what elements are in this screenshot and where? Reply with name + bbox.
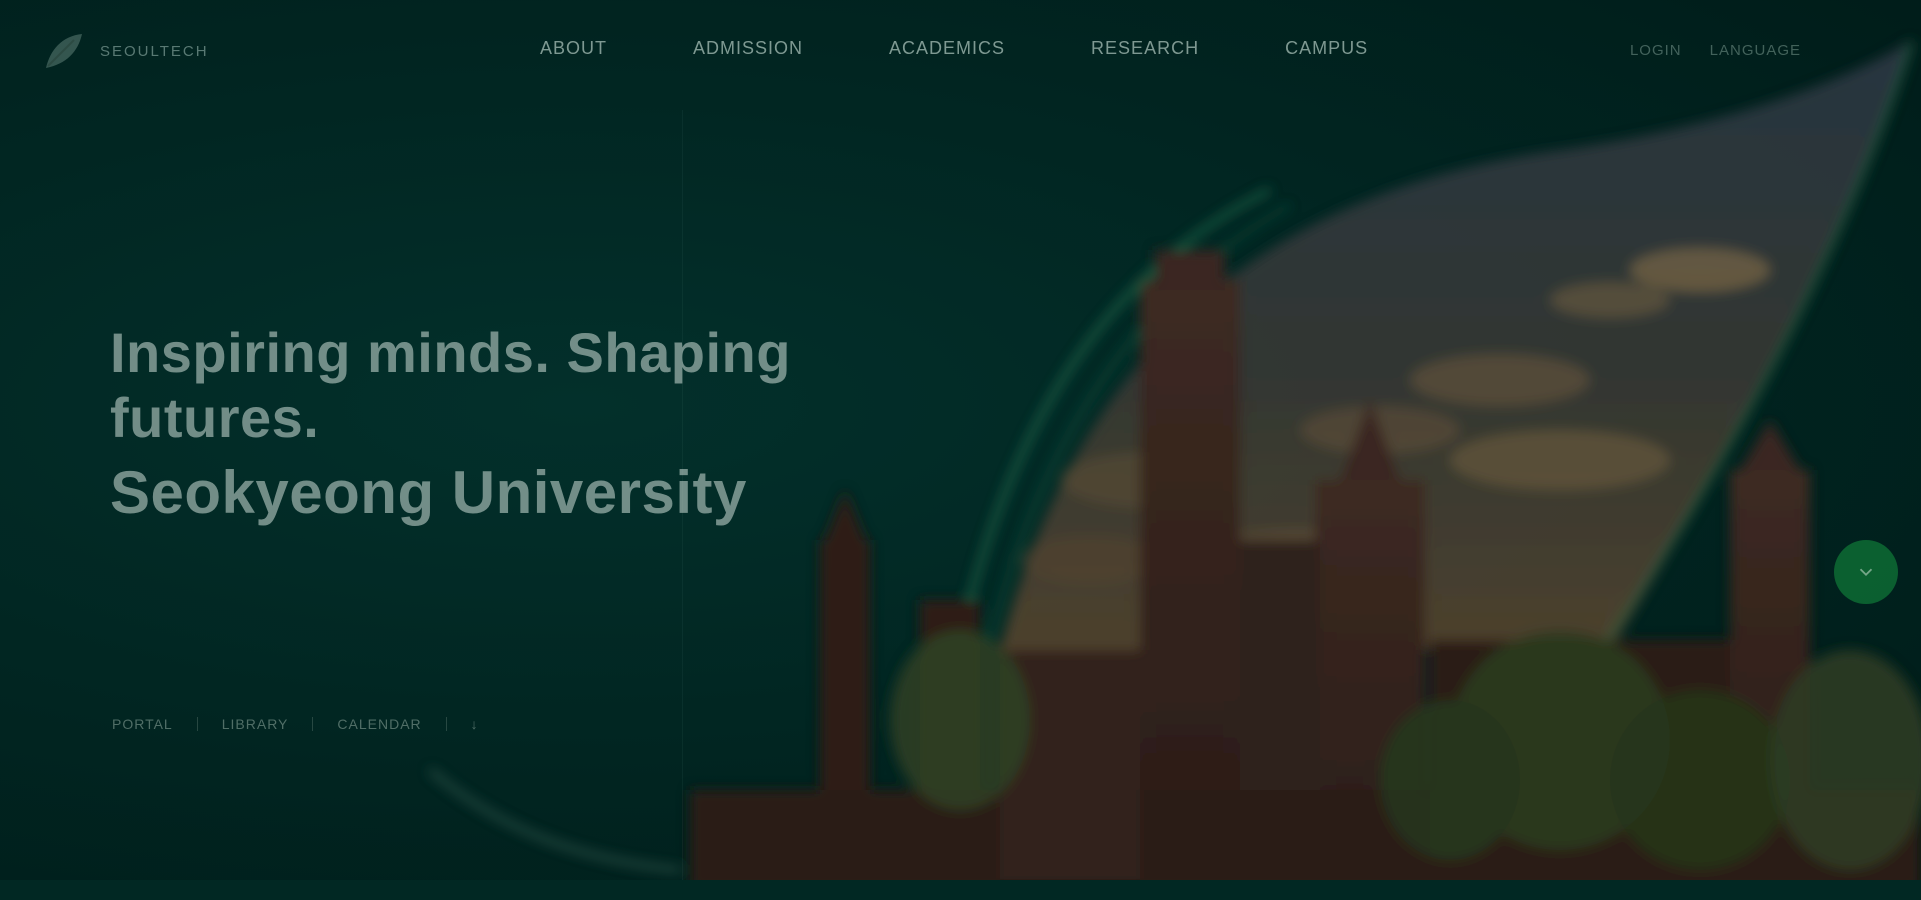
bottom-bar <box>0 880 1921 900</box>
quick-link-arrow[interactable]: ↓ <box>471 716 479 732</box>
quick-link-library[interactable]: LIBRARY <box>222 716 289 732</box>
leaf-logo-icon <box>46 34 82 68</box>
quick-link-separator <box>312 717 314 731</box>
site-header: SEOULTECH ABOUT ADMISSION ACADEMICS RESE… <box>0 0 1921 110</box>
quick-link-calendar[interactable]: CALENDAR <box>337 716 421 732</box>
main-nav: ABOUT ADMISSION ACADEMICS RESEARCH CAMPU… <box>540 38 1368 59</box>
scroll-button[interactable] <box>1834 540 1898 604</box>
logo[interactable]: SEOULTECH <box>40 28 209 74</box>
quick-link-separator <box>445 717 447 731</box>
hero-image <box>428 40 1921 890</box>
nav-item-academics[interactable]: ACADEMICS <box>889 38 1005 59</box>
page: SEOULTECH ABOUT ADMISSION ACADEMICS RESE… <box>0 0 1921 900</box>
language-link[interactable]: LANGUAGE <box>1710 42 1801 59</box>
hero-text: Inspiring minds. Shaping futures. <box>110 320 1010 450</box>
nav-item-about[interactable]: ABOUT <box>540 38 607 59</box>
nav-item-research[interactable]: RESEARCH <box>1091 38 1199 59</box>
quick-links: PORTAL LIBRARY CALENDAR ↓ <box>112 716 479 732</box>
quick-link-separator <box>196 717 198 731</box>
login-link[interactable]: LOGIN <box>1630 42 1682 59</box>
university-name: Seokyeong University <box>110 459 747 526</box>
hero-tagline: Inspiring minds. Shaping futures. <box>110 321 791 449</box>
quick-link-portal[interactable]: PORTAL <box>112 716 173 732</box>
nav-item-campus[interactable]: CAMPUS <box>1285 38 1368 59</box>
chevron-down-icon <box>1859 568 1873 577</box>
nav-item-admission[interactable]: ADMISSION <box>693 38 803 59</box>
header-utility-links: LOGIN LANGUAGE <box>1630 42 1801 59</box>
logo-text: SEOULTECH <box>100 42 209 60</box>
